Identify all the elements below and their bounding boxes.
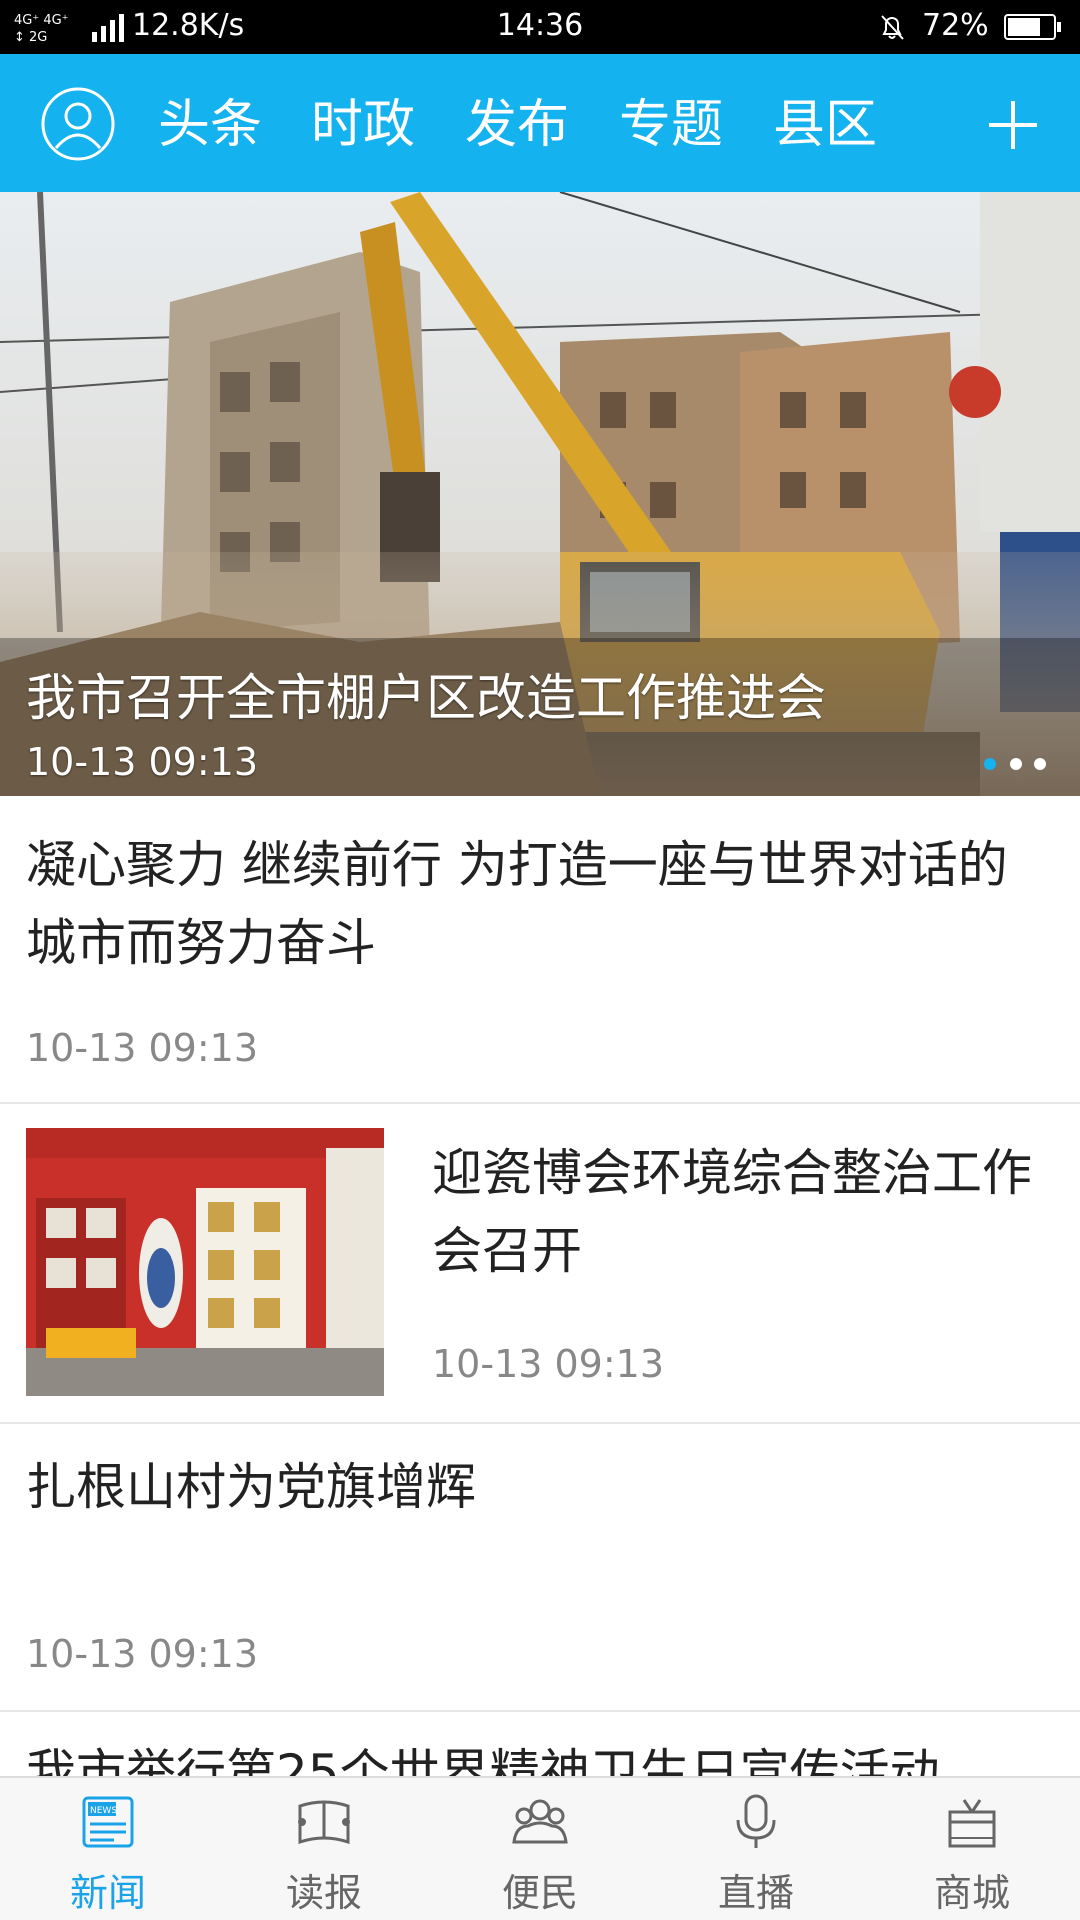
nav-label: 读报 <box>285 1871 362 1915</box>
status-bar: 4G⁺ 4G⁺ ↕ 2G 12.8K/s 14:36 72% <box>0 0 1080 54</box>
tab-county[interactable]: 县区 <box>765 90 885 160</box>
tab-politics[interactable]: 时政 <box>303 90 423 160</box>
nav-mall[interactable]: 商城 <box>864 1778 1080 1920</box>
bottom-navigation: NEWS 新闻 读报 便民 直播 商城 <box>0 1776 1080 1920</box>
news-time: 10-13 09:13 <box>26 1632 259 1676</box>
microphone-icon <box>736 1794 776 1848</box>
battery-percent: 72% <box>922 8 989 43</box>
news-title: 扎根山村为党旗增辉 <box>26 1458 476 1516</box>
people-icon <box>512 1799 568 1844</box>
nav-live[interactable]: 直播 <box>648 1778 864 1920</box>
carousel-dot <box>1034 758 1046 770</box>
news-icon: NEWS <box>82 1796 134 1848</box>
hero-title[interactable]: 我市召开全市棚户区改造工作推进会 <box>26 658 826 730</box>
screen: 4G⁺ 4G⁺ ↕ 2G 12.8K/s 14:36 72% 头条 时政 发布 … <box>0 0 1080 1920</box>
hero-carousel[interactable]: 我市召开全市棚户区改造工作推进会 10-13 09:13 <box>0 192 1080 796</box>
news-title: 迎瓷博会环境综合整治工作会召开 <box>432 1144 1032 1280</box>
battery-icon <box>1004 14 1061 40</box>
list-item[interactable]: 凝心聚力 继续前行 为打造一座与世界对话的城市而努力奋斗 10-13 09:13 <box>0 796 1080 1104</box>
tab-headlines[interactable]: 头条 <box>150 90 270 160</box>
nav-label: 商城 <box>933 1871 1010 1915</box>
clock: 14:36 <box>496 8 584 43</box>
add-channel-icon[interactable] <box>986 98 1040 152</box>
nav-label: 新闻 <box>69 1871 146 1915</box>
tab-release[interactable]: 发布 <box>457 90 577 160</box>
hero-time: 10-13 09:13 <box>26 740 259 784</box>
carousel-dot <box>1010 758 1022 770</box>
nav-services[interactable]: 便民 <box>432 1778 648 1920</box>
news-title: 凝心聚力 继续前行 为打造一座与世界对话的城市而努力奋斗 <box>26 836 1008 972</box>
news-thumbnail <box>26 1128 384 1396</box>
svg-text:NEWS: NEWS <box>90 1806 117 1816</box>
top-navigation: 头条 时政 发布 专题 县区 <box>0 54 1080 237</box>
gift-icon <box>948 1799 996 1848</box>
mute-bell-icon <box>881 15 904 40</box>
list-item[interactable]: 扎根山村为党旗增辉 10-13 09:13 <box>0 1424 1080 1712</box>
list-item[interactable]: 迎瓷博会环境综合整治工作会召开 10-13 09:13 <box>0 1104 1080 1424</box>
news-time: 10-13 09:13 <box>432 1342 665 1386</box>
carousel-indicator <box>984 754 1064 774</box>
tab-topics[interactable]: 专题 <box>611 90 731 160</box>
nav-label: 直播 <box>717 1871 794 1915</box>
nav-news[interactable]: NEWS 新闻 <box>0 1778 216 1920</box>
user-avatar-icon[interactable] <box>40 86 116 162</box>
nav-newspaper[interactable]: 读报 <box>216 1778 432 1920</box>
nav-label: 便民 <box>501 1871 578 1915</box>
carousel-dot <box>984 758 996 770</box>
news-time: 10-13 09:13 <box>26 1026 259 1070</box>
newspaper-icon <box>298 1800 350 1845</box>
